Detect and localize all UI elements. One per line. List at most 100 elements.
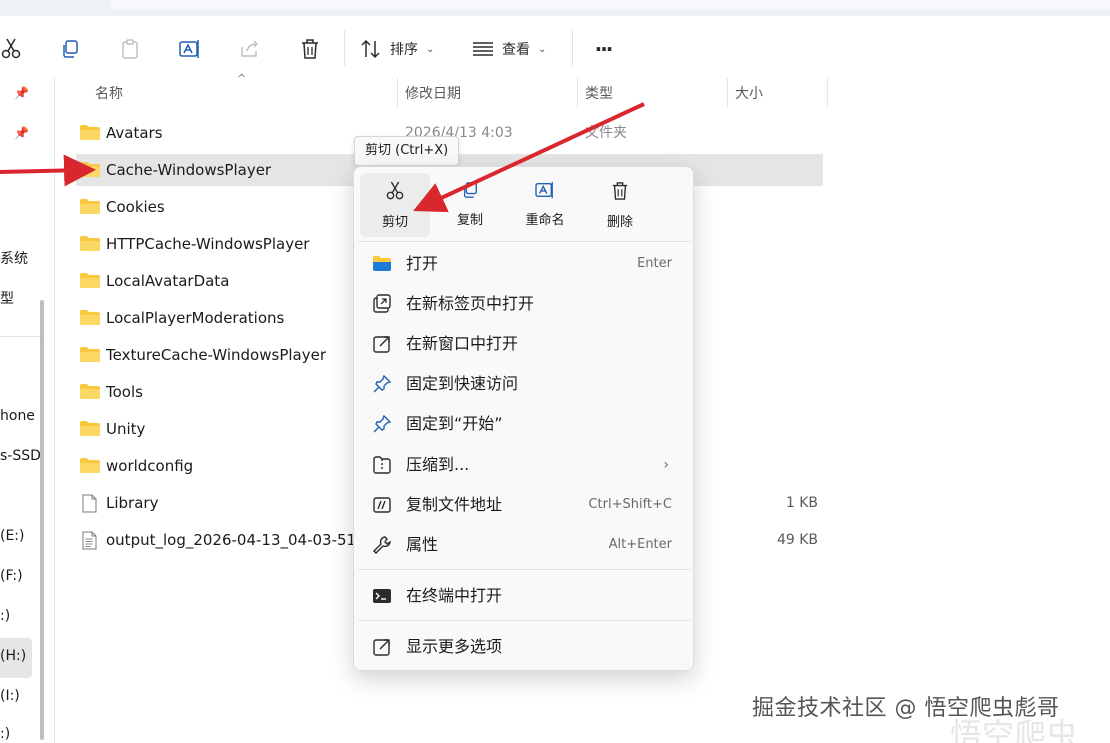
context-rename-button[interactable]: 重命名 — [510, 173, 580, 237]
folder-icon — [80, 384, 100, 399]
wrench-icon — [372, 535, 392, 555]
nav-item-drive-i[interactable]: (I:) — [0, 688, 20, 704]
tab-strip — [110, 0, 1110, 10]
column-divider[interactable] — [577, 78, 578, 108]
file-name: LocalAvatarData — [106, 272, 230, 290]
menu-item-label: 固定到快速访问 — [406, 374, 519, 393]
context-menu-item[interactable]: 在新窗口中打开 — [358, 325, 691, 363]
navigation-pane: 📌 📌 系统 型 hone s-SSD (E:) (F:) :) (H:) (I… — [0, 78, 55, 743]
nav-item-drive-e[interactable]: (E:) — [0, 528, 25, 544]
nav-item-drive-g[interactable]: :) — [0, 608, 10, 624]
chevron-right-icon: › — [663, 457, 669, 473]
column-header-modified[interactable]: 修改日期 — [405, 78, 461, 108]
copy-icon — [461, 173, 479, 203]
menu-item-label: 显示更多选项 — [406, 637, 503, 656]
context-menu-item[interactable]: 压缩到... › — [358, 446, 691, 484]
file-size: 49 KB — [776, 532, 818, 548]
pin-icon — [372, 414, 392, 434]
new-tab-icon — [372, 294, 392, 314]
sort-icon — [360, 39, 382, 59]
sort-up-icon: ^ — [237, 72, 247, 85]
menu-item-shortcut: Alt+Enter — [608, 537, 672, 552]
nav-item-ssd[interactable]: s-SSD — [0, 448, 41, 464]
copy-path-icon — [372, 495, 392, 515]
file-name: Tools — [106, 383, 143, 401]
column-header-name[interactable]: 名称 — [95, 78, 123, 108]
trash-icon — [300, 38, 320, 60]
file-name: Avatars — [106, 124, 163, 142]
column-divider[interactable] — [827, 78, 828, 108]
folder-icon — [80, 347, 100, 362]
context-cut-label: 剪切 — [381, 215, 408, 230]
context-menu-item[interactable]: 固定到“开始” — [358, 405, 691, 443]
file-size: 1 KB — [785, 495, 818, 511]
menu-item-label: 在新窗口中打开 — [406, 334, 519, 353]
toolbar-separator — [572, 30, 573, 66]
toolbar-separator — [344, 30, 345, 66]
delete-button[interactable] — [298, 33, 322, 65]
menu-item-label: 属性 — [406, 535, 439, 554]
pin-icon: 📌 — [14, 126, 29, 140]
file-name: Unity — [106, 420, 146, 438]
nav-item-drive-f[interactable]: (F:) — [0, 568, 23, 584]
cut-button[interactable] — [0, 33, 22, 65]
context-menu-item[interactable]: 打开 Enter — [358, 245, 691, 283]
share-button[interactable] — [238, 33, 262, 65]
nav-item-system[interactable]: 系统 — [0, 248, 28, 268]
sort-button[interactable]: 排序 ⌄ — [360, 33, 442, 65]
title-bar-strip — [0, 0, 1110, 16]
folder-icon — [80, 273, 100, 288]
context-cut-button[interactable]: 剪切 — [360, 173, 430, 237]
context-menu-item[interactable]: 在新标签页中打开 — [358, 285, 691, 323]
file-name: TextureCache-WindowsPlayer — [106, 346, 326, 364]
rename-button[interactable] — [178, 33, 202, 65]
context-delete-button[interactable]: 删除 — [585, 173, 655, 237]
folder-icon — [80, 421, 100, 436]
view-label: 查看 — [502, 42, 530, 58]
trash-icon — [611, 173, 629, 205]
context-rename-label: 重命名 — [525, 213, 565, 228]
column-divider[interactable] — [397, 78, 398, 108]
folder-icon — [80, 236, 100, 251]
context-menu-item[interactable]: 显示更多选项 — [358, 628, 691, 666]
view-icon — [472, 41, 494, 57]
folder-icon — [80, 310, 100, 325]
watermark: 掘金技术社区 @ 悟空爬虫彪哥 — [752, 696, 1060, 721]
more-options-button[interactable]: ··· — [588, 33, 618, 65]
nav-item-phone[interactable]: hone — [0, 408, 35, 424]
nav-item-drive-h[interactable]: (H:) — [0, 648, 26, 664]
file-name: Library — [106, 494, 159, 512]
chevron-down-icon: ⌄ — [538, 43, 547, 55]
file-name: Cache-WindowsPlayer — [106, 161, 272, 179]
nav-item-drive-j[interactable]: :) — [0, 726, 10, 742]
menu-item-label: 复制文件地址 — [406, 495, 503, 514]
cut-tooltip: 剪切 (Ctrl+X) — [354, 136, 460, 166]
nav-scrollbar[interactable] — [40, 300, 44, 740]
folder-icon — [80, 125, 100, 140]
paste-button[interactable] — [118, 33, 142, 65]
folder-icon — [80, 199, 100, 214]
menu-item-label: 压缩到... — [406, 455, 470, 474]
column-header-type[interactable]: 类型 — [585, 78, 613, 108]
menu-separator — [358, 620, 691, 621]
menu-item-shortcut: Enter — [637, 256, 672, 271]
column-divider[interactable] — [727, 78, 728, 108]
column-header-size[interactable]: 大小 — [735, 78, 763, 108]
rename-icon — [535, 173, 555, 203]
folder-icon — [372, 254, 392, 274]
menu-item-shortcut: Ctrl+Shift+C — [588, 497, 672, 512]
rename-icon — [179, 39, 201, 59]
view-button[interactable]: 查看 ⌄ — [472, 33, 554, 65]
context-menu-item[interactable]: 在终端中打开 — [358, 577, 691, 615]
nav-item-model[interactable]: 型 — [0, 288, 14, 308]
context-menu-item[interactable]: 属性 Alt+Enter — [358, 526, 691, 564]
context-menu-item[interactable]: 固定到快速访问 — [358, 365, 691, 403]
context-copy-button[interactable]: 复制 — [435, 173, 505, 237]
terminal-icon — [372, 586, 392, 606]
menu-item-label: 在终端中打开 — [406, 586, 503, 605]
copy-icon — [60, 39, 80, 59]
file-name: output_log_2026-04-13_04-03-51 — [106, 531, 357, 549]
context-delete-label: 删除 — [606, 215, 633, 230]
context-menu-item[interactable]: 复制文件地址 Ctrl+Shift+C — [358, 486, 691, 524]
copy-button[interactable] — [58, 33, 82, 65]
